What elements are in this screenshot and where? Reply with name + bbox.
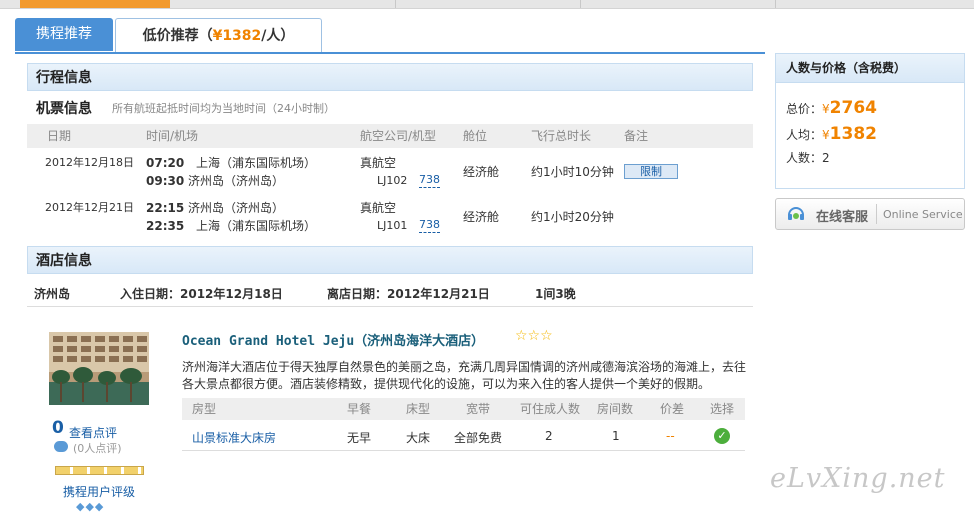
- flight-arr-airport: 上海（浦东国际机场）: [196, 219, 317, 233]
- tab-underline: [15, 52, 765, 54]
- tab-low-price-amount: ¥1382: [212, 28, 262, 44]
- col-price-diff: 价差: [660, 402, 685, 416]
- flight-dep-airport: 济州岛（济州岛）: [188, 201, 285, 215]
- headset-icon: [786, 204, 806, 224]
- comment-icon: [54, 441, 68, 452]
- col-airline: 航空公司/机型: [360, 129, 437, 143]
- tab-low-price[interactable]: 低价推荐（¥1382/人）: [115, 18, 322, 53]
- total-price-label: 总价：: [786, 102, 823, 116]
- price-summary-title: 人数与价格（含税费）: [776, 54, 964, 83]
- col-date: 日期: [47, 129, 72, 143]
- people-count: 2: [822, 151, 830, 165]
- ticket-info-title: 机票信息: [36, 101, 92, 117]
- progress-separator: [775, 0, 776, 8]
- progress-done-step: [20, 0, 170, 8]
- room-nights: 1间3晚: [535, 287, 576, 301]
- divider: [27, 306, 753, 307]
- room-broadband: 全部免费: [454, 431, 503, 445]
- hotel-star-rating: ☆☆☆: [515, 328, 553, 344]
- rating-bar: [55, 466, 144, 475]
- view-reviews-link[interactable]: 查看点评: [69, 424, 117, 441]
- col-adults: 可住成人数: [520, 402, 581, 416]
- flight-number: LJ102: [377, 174, 408, 187]
- flight-duration: 约1小时20分钟: [531, 210, 614, 224]
- checkout-date: 离店日期：2012年12月21日: [327, 287, 490, 301]
- price-summary-panel: 人数与价格（含税费） 总价：¥2764 人均：¥1382 人数：2: [775, 53, 965, 189]
- flight-dep-airport: 上海（浦东国际机场）: [196, 156, 317, 170]
- flight-row: 2012年12月21日 22:15 济州岛（济州岛） 22:35 上海（浦东国际…: [27, 197, 753, 239]
- selected-check-icon[interactable]: ✓: [714, 428, 730, 444]
- col-breakfast: 早餐: [347, 402, 372, 416]
- flight-duration: 约1小时10分钟: [531, 165, 614, 179]
- hotel-photo[interactable]: [49, 332, 149, 405]
- booking-progress-bar: [0, 0, 974, 9]
- per-person-label: 人均：: [786, 128, 823, 142]
- room-breakfast: 无早: [347, 431, 372, 445]
- review-sub-count: (0人点评): [73, 442, 122, 455]
- online-service-cn: 在线客服: [816, 210, 869, 225]
- aircraft-code-link[interactable]: 738: [419, 172, 440, 188]
- restriction-badge[interactable]: 限制: [624, 164, 678, 179]
- hotel-city: 济州岛: [34, 287, 71, 301]
- people-label: 人数：: [786, 151, 823, 165]
- total-price: 2764: [829, 98, 877, 118]
- col-rooms: 房间数: [597, 402, 634, 416]
- checkin-date: 入住日期：2012年12月18日: [120, 287, 283, 301]
- divider: [876, 204, 877, 224]
- flight-airline: 真航空: [360, 156, 397, 170]
- room-adults: 2: [545, 429, 553, 443]
- online-service-en: Online Service: [883, 208, 963, 221]
- hotel-description-line: 各大景点都很方便。酒店装修精致，提供现代化的设施，可以为来入住的客人提供一个美好…: [182, 377, 711, 391]
- flight-cabin: 经济舱: [463, 165, 500, 179]
- site-watermark: eLvXing.net: [770, 463, 946, 494]
- people-row: 人数：2: [786, 149, 830, 166]
- ctrip-user-rating-link[interactable]: 携程用户评级: [63, 483, 135, 500]
- diamond-rating-icon: ◆◆◆: [76, 500, 105, 513]
- per-person-price: 1382: [829, 124, 877, 144]
- trip-info-header: 行程信息: [27, 63, 753, 91]
- hotel-description-line: 济州海洋大酒店位于得天独厚自然景色的美丽之岛，充满几周异国情调的济州咸德海滨浴场…: [182, 360, 747, 374]
- col-cabin: 舱位: [463, 129, 488, 143]
- flight-number: LJ101: [377, 219, 408, 232]
- progress-separator: [395, 0, 396, 8]
- tab-ctrip-recommend[interactable]: 携程推荐: [15, 18, 113, 51]
- col-select: 选择: [710, 402, 735, 416]
- flight-cabin: 经济舱: [463, 210, 500, 224]
- col-bed: 床型: [406, 402, 431, 416]
- aircraft-code-link[interactable]: 738: [419, 217, 440, 233]
- tab-low-price-prefix: 低价推荐（: [142, 28, 213, 44]
- yen-symbol: ¥: [822, 128, 830, 142]
- col-duration: 飞行总时长: [531, 129, 592, 143]
- review-count: 0: [52, 418, 64, 438]
- room-table-header: 房型 早餐 床型 宽带 可住成人数 房间数 价差 选择: [182, 398, 745, 420]
- room-price-diff: --: [666, 429, 675, 443]
- col-remark: 备注: [624, 129, 649, 143]
- flight-date: 2012年12月21日: [45, 201, 134, 214]
- room-bed: 大床: [406, 431, 431, 445]
- flight-dep-time: 07:20: [146, 156, 185, 170]
- online-service-button[interactable]: 在线客服 Online Service: [775, 198, 965, 230]
- flight-date: 2012年12月18日: [45, 156, 134, 169]
- flight-dep-time: 22:15: [146, 201, 185, 215]
- col-broadband: 宽带: [466, 402, 491, 416]
- tab-low-price-suffix: /人）: [261, 28, 295, 44]
- room-type-link[interactable]: 山景标准大床房: [192, 429, 276, 446]
- ticket-time-note: 所有航班起抵时间均为当地时间（24小时制）: [112, 102, 335, 115]
- yen-symbol: ¥: [822, 102, 830, 116]
- hotel-description: 济州海洋大酒店位于得天独厚自然景色的美丽之岛，充满几周异国情调的济州咸德海滨浴场…: [182, 359, 752, 393]
- per-person-row: 人均：¥1382: [786, 124, 877, 144]
- total-price-row: 总价：¥2764: [786, 98, 877, 118]
- room-count: 1: [612, 429, 620, 443]
- hotel-info-header: 酒店信息: [27, 246, 753, 274]
- flight-airline: 真航空: [360, 201, 397, 215]
- col-time-airport: 时间/机场: [146, 129, 199, 143]
- flight-table-header: 日期 时间/机场 航空公司/机型 舱位 飞行总时长 备注: [27, 124, 753, 148]
- flight-arr-time: 09:30: [146, 174, 185, 188]
- room-row: 山景标准大床房 无早 大床 全部免费 2 1 -- ✓: [182, 423, 745, 451]
- col-room-type: 房型: [192, 402, 217, 416]
- flight-arr-airport: 济州岛（济州岛）: [188, 174, 285, 188]
- hotel-name-link[interactable]: Ocean Grand Hotel Jeju（济州岛海洋大酒店）: [182, 330, 484, 349]
- progress-separator: [580, 0, 581, 8]
- flight-arr-time: 22:35: [146, 219, 185, 233]
